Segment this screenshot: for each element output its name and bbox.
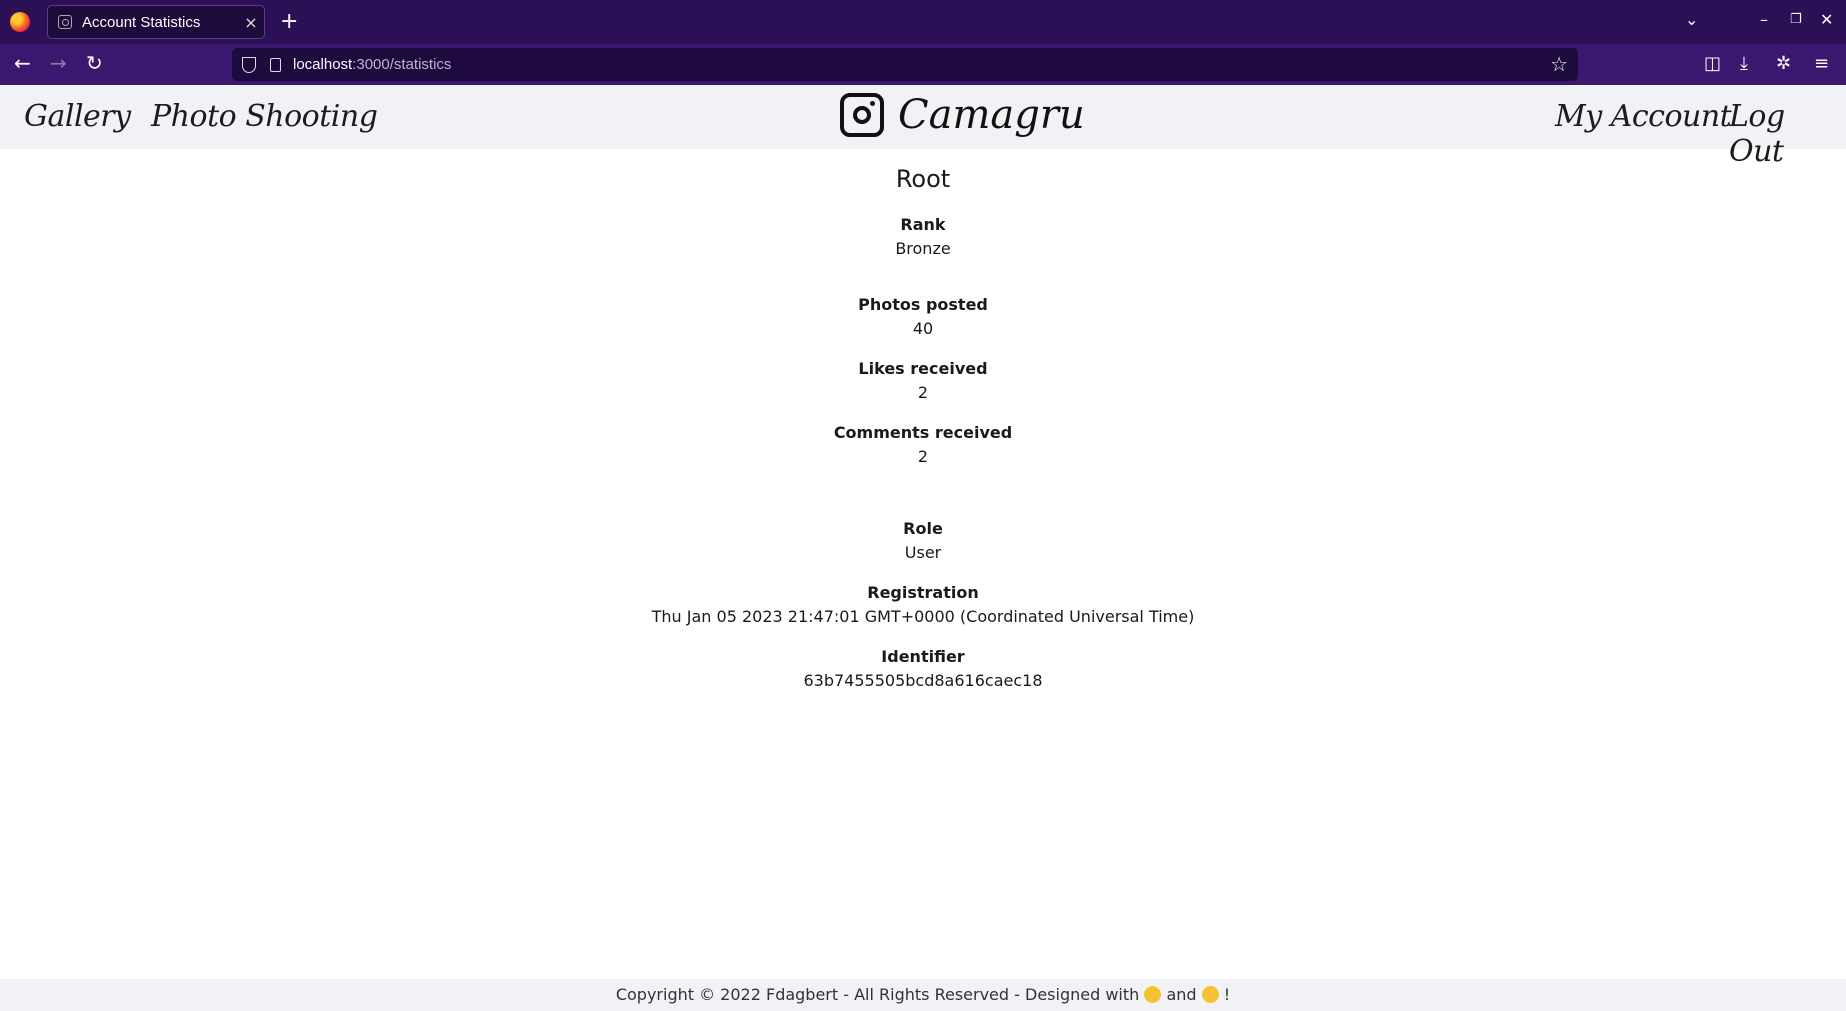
comments-received-label: Comments received [833,423,1013,442]
back-arrow-icon[interactable]: ← [14,51,31,75]
restore-icon[interactable]: ❐ [1790,12,1802,27]
camera-icon [840,93,884,137]
tab-title: Account Statistics [82,13,201,31]
footer: Copyright © 2022 Fdagbert - All Rights R… [0,979,1846,1011]
tab-favicon-icon [58,15,72,29]
pocket-icon[interactable]: ◫ [1704,53,1721,74]
photos-posted-label: Photos posted [858,295,988,314]
identifier-value: 63b7455505bcd8a616caec18 [803,671,1043,690]
rank-value: Bronze [895,239,951,258]
browser-nav-bar: ← → ↻ localhost:3000/statistics ☆ ◫ ⤓ ✲ … [0,44,1846,85]
registration-label: Registration [867,583,979,602]
shield-icon[interactable] [242,56,256,73]
comments-received-value: 2 [917,447,929,466]
identifier-label: Identifier [881,647,965,666]
new-tab-icon[interactable]: + [280,9,298,34]
minimize-icon[interactable]: – [1760,10,1768,29]
likes-received-value: 2 [917,383,929,402]
smiling-face-emoji-icon [1201,986,1219,1003]
registration-value: Thu Jan 05 2023 21:47:01 GMT+0000 (Coord… [651,607,1195,626]
bookmark-star-icon[interactable]: ☆ [1550,52,1568,77]
role-label: Role [903,519,943,538]
reload-icon[interactable]: ↻ [86,51,103,75]
footer-copyright: Copyright © 2022 Fdagbert - All Rights R… [615,985,1140,1004]
nav-my-account-link[interactable]: My Account [1555,99,1732,134]
nav-gallery-link[interactable]: Gallery [24,99,131,134]
footer-end: ! [1223,985,1231,1004]
window-close-icon[interactable]: ✕ [1820,10,1833,29]
photos-posted-value: 40 [912,319,934,338]
app-header: Gallery Photo Shooting Camagru My Accoun… [0,85,1846,169]
extensions-icon[interactable]: ✲ [1776,53,1791,74]
brand-name: Camagru [898,92,1085,138]
tab-list-chevron-icon[interactable]: ⌄ [1685,10,1698,29]
menu-icon[interactable]: ≡ [1814,53,1829,74]
page-info-icon[interactable] [270,57,281,72]
url-text[interactable]: localhost:3000/statistics [293,56,451,73]
firefox-icon[interactable] [10,12,30,32]
footer-and: and [1166,985,1197,1004]
tab-close-icon[interactable]: × [238,13,264,32]
statistics-panel: Root Rank Bronze Photos posted 40 Likes … [0,149,1846,979]
nav-photo-shooting-link[interactable]: Photo Shooting [151,99,378,134]
url-bar[interactable]: localhost:3000/statistics ☆ [232,48,1578,81]
role-value: User [904,543,942,562]
browser-tab-bar: Account Statistics × + ⌄ – ❐ ✕ [0,0,1846,44]
download-icon[interactable]: ⤓ [1740,53,1748,74]
rank-label: Rank [900,215,946,234]
browser-tab[interactable]: Account Statistics × [47,5,265,39]
likes-received-label: Likes received [858,359,988,378]
brand-logo[interactable]: Camagru [840,92,1085,138]
username-heading: Root [895,165,951,193]
forward-arrow-icon[interactable]: → [50,51,67,75]
muscle-emoji-icon [1144,986,1162,1003]
